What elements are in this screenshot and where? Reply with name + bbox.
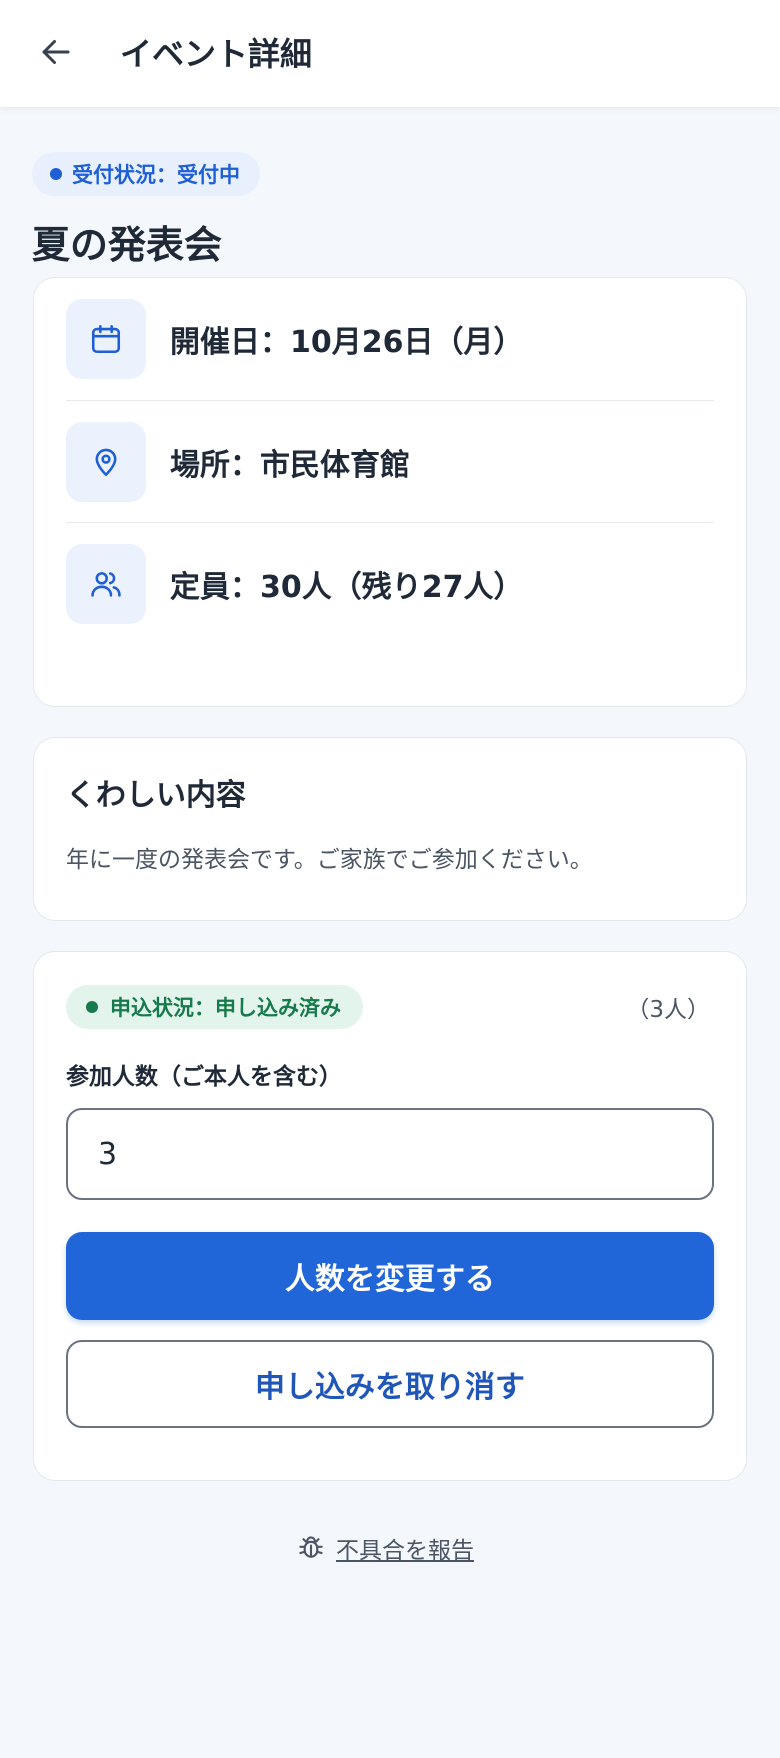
applied-count-note: （3人） [626, 997, 710, 1023]
info-row-date: 開催日：10月26日（月） [66, 278, 714, 400]
event-capacity: 定員：30人（残り27人） [170, 569, 524, 605]
status-dot [50, 168, 62, 180]
info-row-capacity: 定員：30人（残り27人） [66, 522, 714, 644]
bug-icon [299, 1536, 323, 1558]
info-row-place: 場所：市民体育館 [66, 400, 714, 522]
calendar-icon [91, 324, 121, 354]
application-card: 申込状況：申し込み済み （3人） 参加人数（ご本人を含む） 人数を変更する 申し… [33, 951, 747, 1481]
application-status-dot [86, 1001, 98, 1013]
cancel-application-button[interactable]: 申し込みを取り消す [66, 1340, 714, 1428]
details-heading: くわしい内容 [66, 778, 246, 813]
event-title: 夏の発表会 [32, 223, 223, 267]
place-icon-box [66, 421, 146, 502]
application-status-badge: 申込状況：申し込み済み [66, 985, 363, 1029]
reception-status-badge: 受付状況：受付中 [32, 152, 260, 196]
event-info-card: 開催日：10月26日（月） 場所：市民体育館 定員：30人（残り27人） [33, 277, 747, 707]
capacity-icon-box [66, 543, 146, 624]
page-title: イベント詳細 [120, 35, 313, 73]
details-body: 年に一度の発表会です。ご家族でご参加ください。 [66, 847, 593, 873]
participant-count-label: 参加人数（ご本人を含む） [66, 1064, 342, 1090]
back-button[interactable] [34, 30, 78, 74]
event-details-card: くわしい内容 年に一度の発表会です。ご家族でご参加ください。 [33, 737, 747, 921]
change-count-button[interactable]: 人数を変更する [66, 1232, 714, 1320]
event-date: 開催日：10月26日（月） [170, 325, 524, 360]
location-pin-icon [95, 448, 117, 476]
users-icon [91, 571, 121, 597]
app-header: イベント詳細 [0, 0, 780, 107]
event-place: 場所：市民体育館 [170, 447, 410, 483]
report-bug-label: 不具合を報告 [336, 1538, 474, 1564]
application-status-label: 申込状況：申し込み済み [110, 996, 341, 1020]
arrow-left-icon [42, 40, 70, 64]
date-icon-box [66, 299, 146, 379]
reception-status-label: 受付状況：受付中 [72, 163, 240, 187]
participant-count-input[interactable] [66, 1108, 714, 1200]
report-bug-link[interactable]: 不具合を報告 [296, 1528, 474, 1568]
